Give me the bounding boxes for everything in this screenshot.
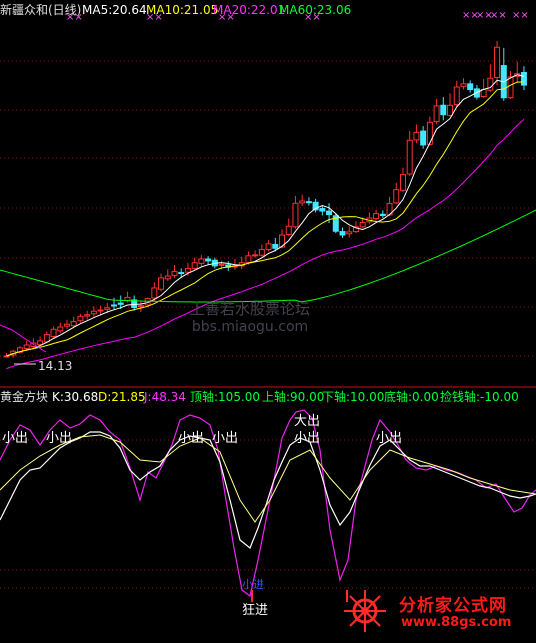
small-out-signal: 小出 <box>46 431 73 446</box>
candle-up <box>299 200 306 204</box>
site-logo: 分析家公式网 www.88gs.com <box>335 588 535 638</box>
small-in-signal: 小进 <box>242 578 264 591</box>
candle-up <box>406 139 413 175</box>
candle-up <box>426 121 433 145</box>
logo-url: www.88gs.com <box>401 615 512 630</box>
watermark-line2: bbs.miaogu.com <box>191 319 309 335</box>
logo-emblem <box>344 590 386 632</box>
ma20-label: MA20:22.01 <box>213 3 286 17</box>
candle-up <box>265 243 272 251</box>
lower-axis-value: 下轴:10.00 <box>322 390 385 404</box>
pickup-axis-value: 捡钱轴:-10.00 <box>440 390 519 404</box>
candle-up <box>433 105 440 123</box>
d-value: D:21.85 <box>98 390 146 404</box>
candle-up <box>104 307 111 310</box>
candle-up <box>507 76 514 99</box>
candle-up <box>37 340 44 346</box>
crazy-in-signal: 狂进 <box>242 603 269 618</box>
ma5-label: MA5:20.64 <box>82 3 147 17</box>
candle-up <box>413 131 420 141</box>
candle-up <box>453 86 460 106</box>
candle-up <box>460 83 467 87</box>
candle-up <box>57 326 64 332</box>
candle-up <box>494 46 501 79</box>
j-value: J:48.34 <box>144 390 186 404</box>
candle-up <box>346 231 353 235</box>
candle-down <box>178 272 185 275</box>
small-out-signal: 小出 <box>212 431 239 446</box>
candle-up <box>198 258 205 264</box>
candle-up <box>164 275 171 280</box>
candle-up <box>258 249 265 256</box>
candle-down <box>379 213 386 217</box>
candle-up <box>171 271 178 276</box>
candle-up <box>447 104 454 116</box>
big-out-signal: 大出 <box>294 414 321 429</box>
candle-up <box>90 310 97 315</box>
candle-down <box>520 72 527 86</box>
candle-up <box>399 174 406 191</box>
candle-down <box>272 243 279 249</box>
ma20-line-start <box>0 324 47 353</box>
forum-watermark: 上善若水股票论坛 bbs.miaogu.com <box>190 300 310 336</box>
candle-down <box>339 231 346 236</box>
sell-marker: ×× <box>490 10 507 21</box>
candle-down <box>440 104 447 116</box>
candle-up <box>285 225 292 235</box>
k-line <box>0 431 536 549</box>
candle-up <box>158 277 165 290</box>
candle-up <box>393 189 400 204</box>
candle-down <box>205 258 212 262</box>
candle-up <box>218 263 225 266</box>
upper-axis-value: 上轴:90.00 <box>262 390 325 404</box>
sell-marker: ×× <box>512 10 529 21</box>
watermark-line1: 上善若水股票论坛 <box>190 300 311 318</box>
candle-up <box>151 287 158 299</box>
candle-down <box>111 304 118 307</box>
candle-up <box>70 321 77 327</box>
candle-down <box>467 83 474 91</box>
candle-up <box>191 262 198 269</box>
candle-up <box>50 328 57 337</box>
candle-up <box>245 255 252 263</box>
candle-down <box>420 130 427 146</box>
candle-up <box>84 314 91 317</box>
candle-up <box>184 267 191 273</box>
indicator-title: 黄金方块 <box>0 390 49 404</box>
k-value: K:30.68 <box>52 390 99 404</box>
candle-up <box>252 254 259 257</box>
candle-down <box>326 210 333 216</box>
candle-down <box>319 208 326 212</box>
chart-stage: ×× ×× ×× ×× ×× ×× ×× ×× 新疆众和(日线) MA5:20.64 MA10… <box>0 0 536 639</box>
candle-up <box>3 355 10 358</box>
candle-up <box>373 213 380 220</box>
ma60-label: MA60:23.06 <box>279 3 352 17</box>
ma60-line <box>0 209 536 303</box>
small-out-signal: 小出 <box>294 431 321 446</box>
candle-up <box>63 323 70 327</box>
candle-up <box>292 202 299 228</box>
logo-title: 分析家公式网 <box>399 596 507 616</box>
candle-up <box>137 305 144 308</box>
ma10-label: MA10:21.05 <box>146 3 219 17</box>
candle-up <box>97 309 104 312</box>
candle-up <box>359 221 366 228</box>
top-axis-value: 顶轴:105.00 <box>190 390 261 404</box>
small-out-signal: 小出 <box>376 431 403 446</box>
low-price-marker: 14.13 <box>38 359 73 373</box>
candle-down <box>117 302 124 305</box>
candle-up <box>23 344 30 349</box>
candle-down <box>305 201 312 204</box>
small-out-signal: 小出 <box>2 431 29 446</box>
small-out-signal: 小出 <box>178 431 205 446</box>
bottom-axis-value: 底轴:0.00 <box>384 390 439 404</box>
candle-up <box>77 315 84 322</box>
stock-title: 新疆众和(日线) <box>0 3 82 17</box>
